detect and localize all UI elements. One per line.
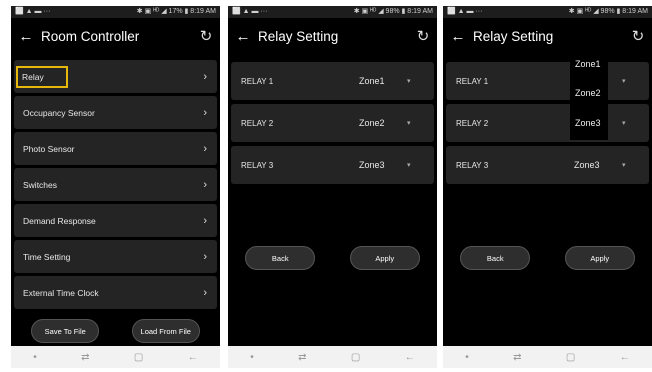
apply-button[interactable]: Apply [349,246,420,270]
menu-item-label: Photo Sensor [23,143,75,154]
dropdown-caret-icon[interactable]: ▾ [407,119,411,127]
nav-back-icon[interactable]: ← [405,352,415,363]
chevron-right-icon: › [203,178,207,191]
status-right-info: ✱ ▣ ᴴᴰ ◢ 17% ▮ 8:19 AM [136,8,216,15]
menu-item-time-setting[interactable]: Time Setting › [14,240,217,273]
relay-setting-dropdown-screen: ⬜ ▲ ▬ ··· ✱ ▣ ᴴᴰ ◢ 98% ▮ 8:19 AM ← Relay… [443,6,652,368]
dropdown-caret-icon[interactable]: ▾ [622,119,626,127]
menu-item-label: Demand Response [23,215,96,226]
status-left-icons: ⬜ ▲ ▬ ··· [15,8,51,15]
screen-title: Relay Setting [473,28,554,44]
dropdown-caret-icon[interactable]: ▾ [407,161,411,169]
dropdown-option-zone2[interactable]: Zone2 [575,88,601,98]
dropdown-option-zone3[interactable]: Zone3 [575,118,601,128]
zone-select-value[interactable]: Zone2 [359,118,385,128]
back-button[interactable]: Back [460,246,531,270]
zone-select-value[interactable]: Zone1 [359,76,385,86]
status-bar: ⬜ ▲ ▬ ··· ✱ ▣ ᴴᴰ ◢ 98% ▮ 8:19 AM [228,6,437,18]
save-to-file-button[interactable]: Save To File [31,319,100,343]
relay-row-3: RELAY 3 Zone3 ▾ [231,146,434,184]
dropdown-caret-icon[interactable]: ▾ [407,77,411,85]
menu-item-label: Occupancy Sensor [23,107,95,118]
relay-row-1: RELAY 1 ▾ [446,62,649,100]
room-controller-screen: ⬜ ▲ ▬ ··· ✱ ▣ ᴴᴰ ◢ 17% ▮ 8:19 AM ← Room … [11,6,220,368]
relay-row-2: RELAY 2 ▾ [446,104,649,142]
load-from-file-button[interactable]: Load From File [131,319,200,343]
nav-dot-icon[interactable]: • [250,352,254,363]
screen-title: Relay Setting [258,28,339,44]
relay-label: RELAY 3 [241,160,274,170]
dropdown-caret-icon[interactable]: ▾ [622,77,626,85]
menu-item-label: Switches [23,179,58,190]
menu-item-demand-response[interactable]: Demand Response › [14,204,217,237]
refresh-icon[interactable]: ↻ [624,27,652,45]
refresh-icon[interactable]: ↻ [192,27,220,45]
nav-dot-icon[interactable]: • [33,352,37,363]
app-bar: ← Relay Setting ↻ [228,18,437,54]
chevron-right-icon: › [203,142,207,155]
relay-row-1: RELAY 1 Zone1 ▾ [231,62,434,100]
recent-apps-icon[interactable]: ⇄ [81,352,89,363]
status-bar: ⬜ ▲ ▬ ··· ✱ ▣ ᴴᴰ ◢ 17% ▮ 8:19 AM [11,6,220,18]
nav-back-icon[interactable]: ← [620,352,630,363]
menu-item-label: Relay [16,65,68,88]
system-nav-bar: • ⇄ ▢ ← [443,346,652,368]
status-right-info: ✱ ▣ ᴴᴰ ◢ 98% ▮ 8:19 AM [353,8,433,15]
app-bar: ← Room Controller ↻ [11,18,220,54]
menu-item-switches[interactable]: Switches › [14,168,217,201]
system-nav-bar: • ⇄ ▢ ← [11,346,220,368]
dropdown-caret-icon[interactable]: ▾ [622,161,626,169]
relay-label: RELAY 2 [456,118,489,128]
nav-back-icon[interactable]: ← [188,352,198,363]
nav-dot-icon[interactable]: • [465,352,469,363]
chevron-right-icon: › [203,70,207,83]
status-left-icons: ⬜ ▲ ▬ ··· [447,8,483,15]
dropdown-option-zone1[interactable]: Zone1 [575,59,601,69]
relay-label: RELAY 1 [241,76,274,86]
action-buttons: Back Apply [228,246,437,270]
relay-label: RELAY 3 [456,160,489,170]
refresh-icon[interactable]: ↻ [409,27,437,45]
system-nav-bar: • ⇄ ▢ ← [228,346,437,368]
apply-button[interactable]: Apply [564,246,635,270]
status-bar: ⬜ ▲ ▬ ··· ✱ ▣ ᴴᴰ ◢ 98% ▮ 8:19 AM [443,6,652,18]
file-buttons: Save To File Load From File [11,319,220,343]
zone-select-value[interactable]: Zone3 [574,160,600,170]
chevron-right-icon: › [203,106,207,119]
back-arrow-icon[interactable]: ← [228,28,258,45]
action-buttons: Back Apply [443,246,652,270]
relay-row-2: RELAY 2 Zone2 ▾ [231,104,434,142]
menu-item-label: External Time Clock [23,287,99,298]
chevron-right-icon: › [203,250,207,263]
back-arrow-icon[interactable]: ← [443,28,473,45]
menu-item-occupancy-sensor[interactable]: Occupancy Sensor › [14,96,217,129]
menu-item-relay[interactable]: Relay › [14,60,217,93]
chevron-right-icon: › [203,214,207,227]
recent-apps-icon[interactable]: ⇄ [298,352,306,363]
app-bar: ← Relay Setting ↻ [443,18,652,54]
menu-item-photo-sensor[interactable]: Photo Sensor › [14,132,217,165]
zone-select-value[interactable]: Zone3 [359,160,385,170]
home-icon[interactable]: ▢ [566,352,575,363]
recent-apps-icon[interactable]: ⇄ [513,352,521,363]
relay-label: RELAY 2 [241,118,274,128]
screen-title: Room Controller [41,28,140,44]
relay-setting-screen: ⬜ ▲ ▬ ··· ✱ ▣ ᴴᴰ ◢ 98% ▮ 8:19 AM ← Relay… [228,6,437,368]
chevron-right-icon: › [203,286,207,299]
back-button[interactable]: Back [245,246,316,270]
menu-item-external-time-clock[interactable]: External Time Clock › [14,276,217,309]
status-right-info: ✱ ▣ ᴴᴰ ◢ 98% ▮ 8:19 AM [568,8,648,15]
home-icon[interactable]: ▢ [134,352,143,363]
relay-row-3: RELAY 3 Zone3 ▾ [446,146,649,184]
status-left-icons: ⬜ ▲ ▬ ··· [232,8,268,15]
home-icon[interactable]: ▢ [351,352,360,363]
menu-item-label: Time Setting [23,251,71,262]
zone-dropdown-list: Zone1 Zone2 Zone3 [570,55,608,140]
back-arrow-icon[interactable]: ← [11,28,41,45]
relay-label: RELAY 1 [456,76,489,86]
